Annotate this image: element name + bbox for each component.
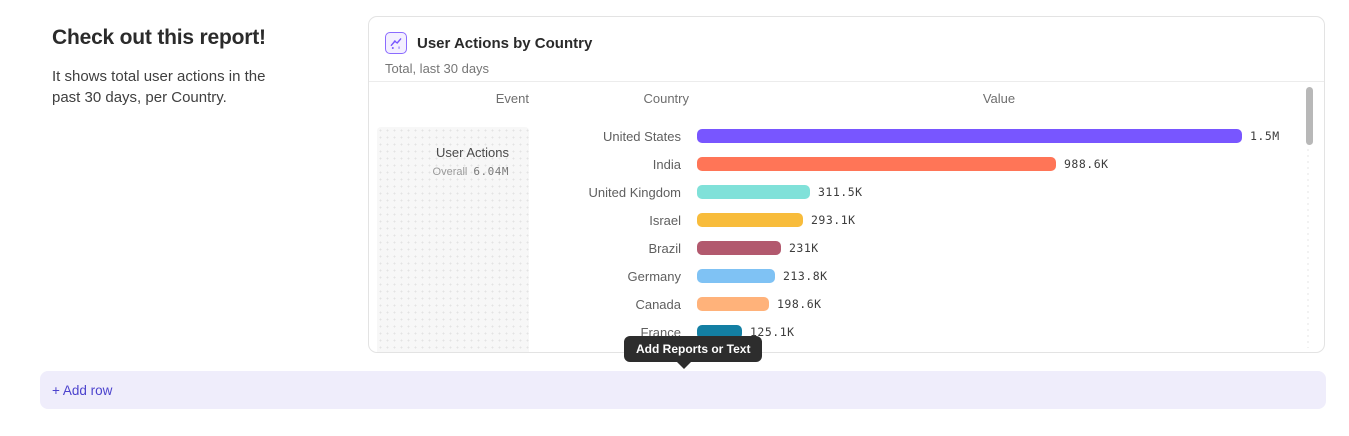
country-label: Canada bbox=[529, 297, 681, 312]
country-label: United States bbox=[529, 129, 681, 144]
value-bar[interactable] bbox=[697, 157, 1056, 171]
chart-row[interactable]: Brazil 231K bbox=[369, 234, 1304, 262]
report-title: User Actions by Country bbox=[417, 35, 592, 52]
scrollbar-thumb[interactable] bbox=[1306, 87, 1313, 145]
table-header: Event Country Value bbox=[369, 91, 1324, 109]
intro-description: It shows total user actions in the past … bbox=[52, 66, 287, 108]
value-bar[interactable] bbox=[697, 269, 775, 283]
country-label: United Kingdom bbox=[529, 185, 681, 200]
intro-title: Check out this report! bbox=[52, 26, 302, 50]
value-label: 988.6K bbox=[1064, 157, 1109, 171]
value-label: 198.6K bbox=[777, 297, 822, 311]
value-bar[interactable] bbox=[697, 129, 1242, 143]
column-header-event: Event bbox=[377, 91, 529, 106]
value-bar[interactable] bbox=[697, 185, 810, 199]
country-label: Germany bbox=[529, 269, 681, 284]
country-label: India bbox=[529, 157, 681, 172]
bar-chart: United States 1.5M India 988.6K United K… bbox=[369, 122, 1304, 346]
column-header-country: Country bbox=[529, 91, 689, 106]
intro-block: Check out this report! It shows total us… bbox=[52, 26, 302, 108]
column-header-value: Value bbox=[697, 91, 1301, 106]
add-row-button[interactable]: + Add row bbox=[40, 371, 1326, 409]
chart-row[interactable]: France 125.1K bbox=[369, 318, 1304, 346]
chart-row[interactable]: Germany 213.8K bbox=[369, 262, 1304, 290]
report-card[interactable]: User Actions by Country Total, last 30 d… bbox=[368, 16, 1325, 353]
vertical-scrollbar[interactable] bbox=[1305, 87, 1313, 348]
report-card-header: User Actions by Country Total, last 30 d… bbox=[369, 17, 1324, 82]
value-label: 293.1K bbox=[811, 213, 856, 227]
country-label: Israel bbox=[529, 213, 681, 228]
value-bar[interactable] bbox=[697, 241, 781, 255]
value-label: 213.8K bbox=[783, 269, 828, 283]
add-reports-tooltip: Add Reports or Text bbox=[624, 336, 762, 362]
report-subtitle: Total, last 30 days bbox=[385, 61, 1308, 76]
add-row-label: + Add row bbox=[52, 383, 112, 398]
chart-row[interactable]: United Kingdom 311.5K bbox=[369, 178, 1304, 206]
value-bar[interactable] bbox=[697, 213, 803, 227]
chart-row[interactable]: Israel 293.1K bbox=[369, 206, 1304, 234]
value-label: 311.5K bbox=[818, 185, 863, 199]
chart-row[interactable]: United States 1.5M bbox=[369, 122, 1304, 150]
value-bar[interactable] bbox=[697, 297, 769, 311]
chart-row[interactable]: Canada 198.6K bbox=[369, 290, 1304, 318]
line-chart-icon bbox=[385, 32, 407, 54]
country-label: Brazil bbox=[529, 241, 681, 256]
chart-row[interactable]: India 988.6K bbox=[369, 150, 1304, 178]
value-label: 1.5M bbox=[1250, 129, 1280, 143]
value-label: 231K bbox=[789, 241, 819, 255]
